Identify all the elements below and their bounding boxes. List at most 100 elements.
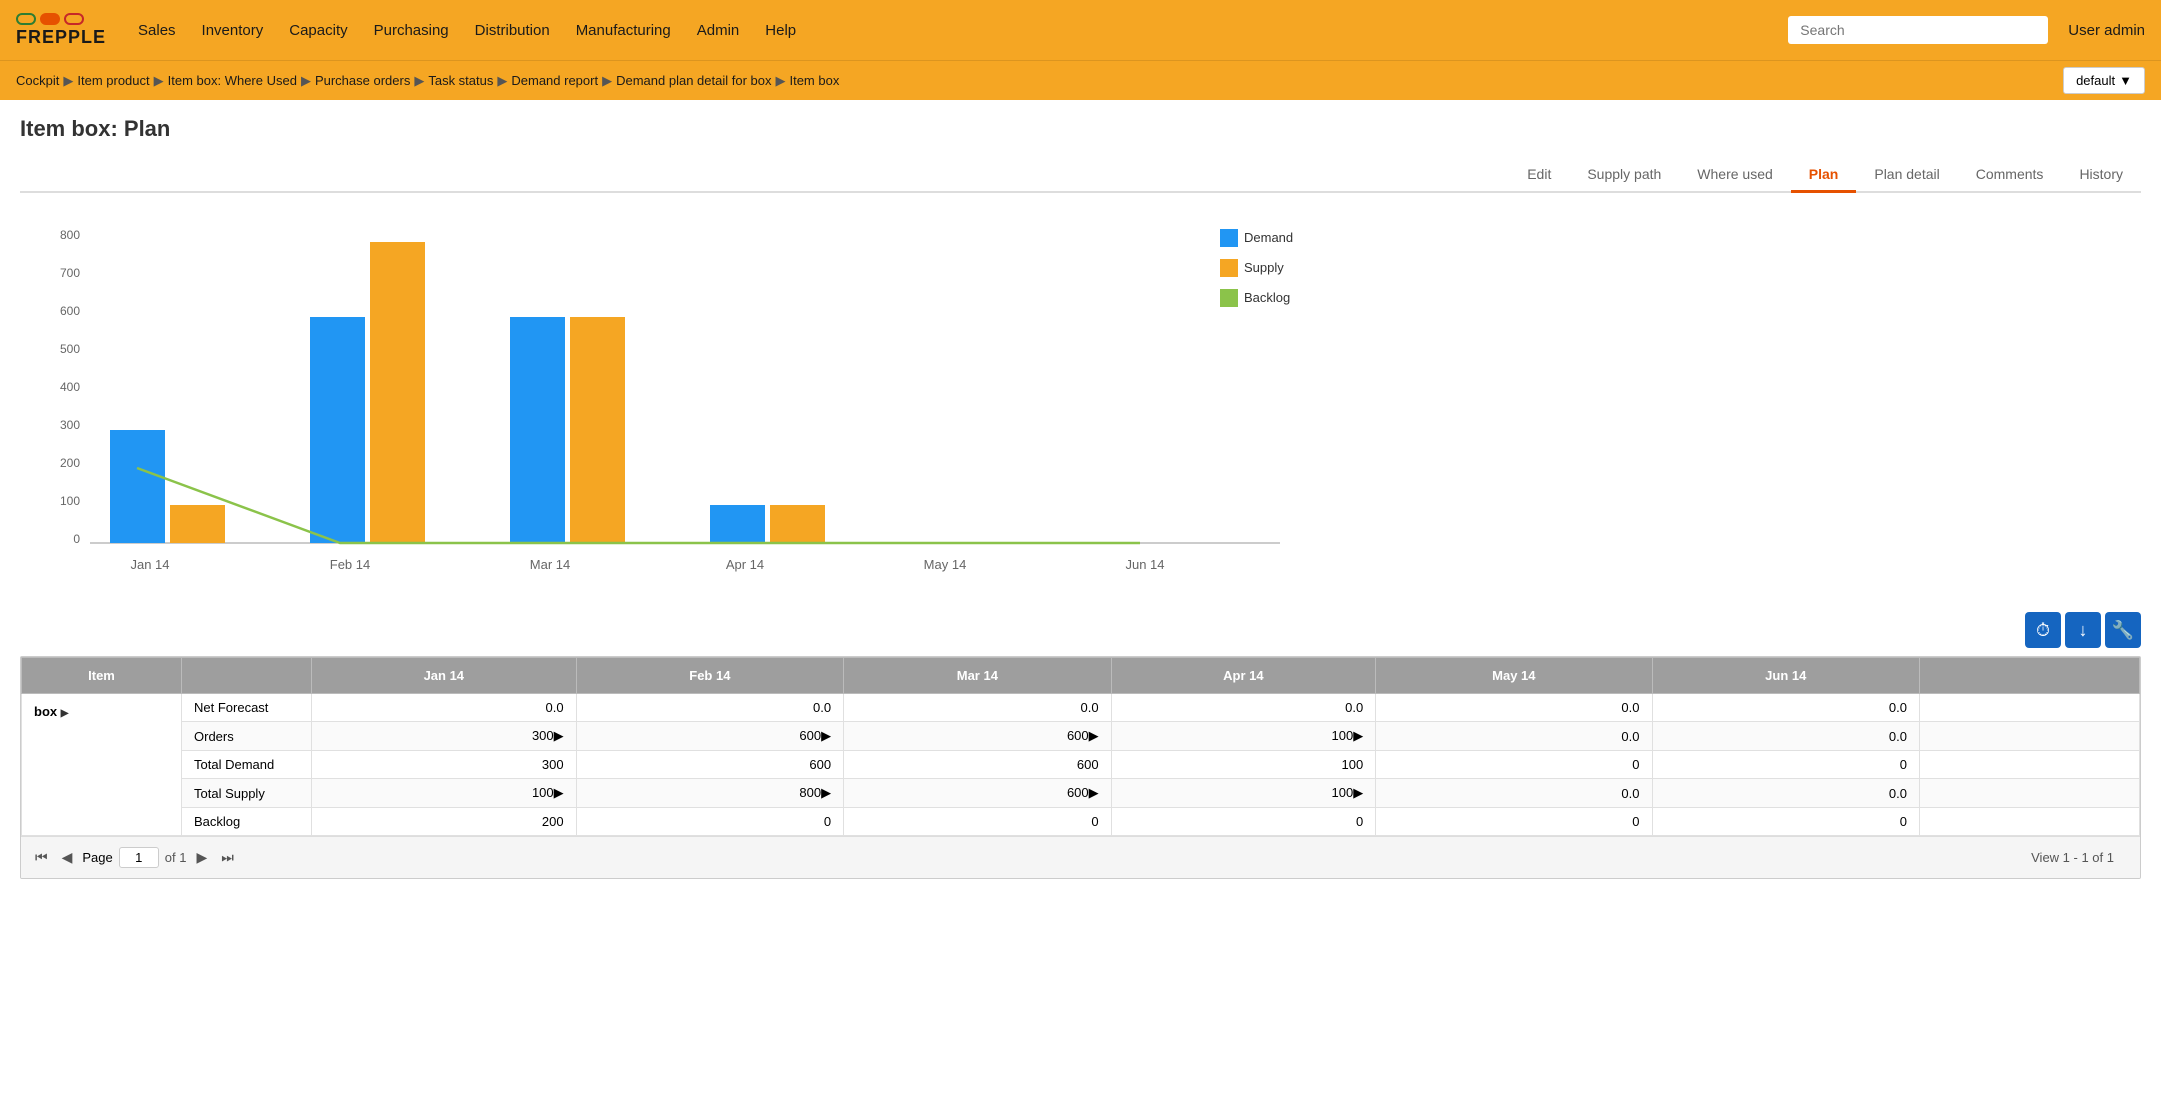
legend-backlog-swatch bbox=[1220, 289, 1238, 307]
tab-plan-detail[interactable]: Plan detail bbox=[1856, 158, 1957, 193]
breadcrumb-demand-report[interactable]: Demand report bbox=[511, 73, 598, 88]
nav-links: Sales Inventory Capacity Purchasing Dist… bbox=[126, 14, 1784, 47]
page-input[interactable] bbox=[119, 847, 159, 868]
chart-container: 800 700 600 500 400 300 200 100 0 bbox=[20, 209, 2141, 592]
cell-ts-mar[interactable]: 600▶ bbox=[844, 779, 1112, 808]
svg-text:Feb 14: Feb 14 bbox=[330, 557, 370, 572]
sep3: ▶ bbox=[301, 73, 311, 89]
cell-td-jan: 300 bbox=[312, 751, 577, 779]
cell-ts-jun: 0.0 bbox=[1652, 779, 1920, 808]
box-expand-icon[interactable]: ▶ bbox=[61, 708, 69, 719]
user-admin[interactable]: User admin bbox=[2068, 22, 2145, 39]
cell-ord-extra bbox=[1920, 722, 2140, 751]
cell-ts-feb[interactable]: 800▶ bbox=[576, 779, 843, 808]
breadcrumb-task-status[interactable]: Task status bbox=[428, 73, 493, 88]
col-jan: Jan 14 bbox=[312, 658, 577, 694]
settings-button[interactable]: 🔧 bbox=[2105, 612, 2141, 648]
cell-ord-may: 0.0 bbox=[1376, 722, 1652, 751]
breadcrumb-item-product[interactable]: Item product bbox=[77, 73, 149, 88]
page-label: Page bbox=[82, 850, 112, 865]
bar-jan-demand bbox=[110, 430, 165, 543]
nav-distribution[interactable]: Distribution bbox=[463, 14, 562, 47]
nav-purchasing[interactable]: Purchasing bbox=[362, 14, 461, 47]
dot-green bbox=[16, 13, 36, 25]
sep2: ▶ bbox=[154, 73, 164, 89]
nav-manufacturing[interactable]: Manufacturing bbox=[564, 14, 683, 47]
first-page-button[interactable]: ⏮ bbox=[31, 847, 52, 868]
cell-ts-jan[interactable]: 100▶ bbox=[312, 779, 577, 808]
dot-red bbox=[64, 13, 84, 25]
backlog-line bbox=[137, 468, 1140, 543]
svg-text:700: 700 bbox=[60, 266, 80, 280]
cell-ord-feb[interactable]: 600▶ bbox=[576, 722, 843, 751]
chart-svg: 800 700 600 500 400 300 200 100 0 bbox=[80, 209, 1360, 549]
legend-backlog-label: Backlog bbox=[1244, 290, 1290, 305]
prev-page-button[interactable]: ◀ bbox=[58, 847, 77, 868]
col-mar: Mar 14 bbox=[844, 658, 1112, 694]
cell-td-apr: 100 bbox=[1111, 751, 1376, 779]
nav-help[interactable]: Help bbox=[753, 14, 808, 47]
tab-supply-path[interactable]: Supply path bbox=[1569, 158, 1679, 193]
cell-ord-mar[interactable]: 600▶ bbox=[844, 722, 1112, 751]
cell-nf-feb: 0.0 bbox=[576, 694, 843, 722]
cell-bl-feb: 0 bbox=[576, 808, 843, 836]
svg-text:100: 100 bbox=[60, 494, 80, 508]
download-button[interactable]: ↓ bbox=[2065, 612, 2101, 648]
tab-where-used[interactable]: Where used bbox=[1679, 158, 1790, 193]
cell-bl-mar: 0 bbox=[844, 808, 1112, 836]
nav-capacity[interactable]: Capacity bbox=[277, 14, 359, 47]
next-page-button[interactable]: ▶ bbox=[192, 847, 211, 868]
breadcrumb-cockpit[interactable]: Cockpit bbox=[16, 73, 59, 88]
data-table: Item Jan 14 Feb 14 Mar 14 Apr 14 May 14 … bbox=[21, 657, 2140, 836]
table-row: Total Demand 300 600 600 100 0 0 bbox=[22, 751, 2140, 779]
cell-bl-may: 0 bbox=[1376, 808, 1652, 836]
bar-feb-supply bbox=[370, 242, 425, 543]
col-may: May 14 bbox=[1376, 658, 1652, 694]
bar-mar-demand bbox=[510, 317, 565, 543]
sep1: ▶ bbox=[63, 73, 73, 89]
cell-ord-jan[interactable]: 300▶ bbox=[312, 722, 577, 751]
bar-feb-demand bbox=[310, 317, 365, 543]
nav-admin[interactable]: Admin bbox=[685, 14, 752, 47]
breadcrumb-purchase-orders[interactable]: Purchase orders bbox=[315, 73, 410, 88]
breadcrumb-demand-plan-detail[interactable]: Demand plan detail for box bbox=[616, 73, 771, 88]
table-row: Total Supply 100▶ 800▶ 600▶ 100▶ 0.0 0.0 bbox=[22, 779, 2140, 808]
svg-text:0: 0 bbox=[73, 532, 80, 546]
nav-inventory[interactable]: Inventory bbox=[190, 14, 276, 47]
col-extra bbox=[1920, 658, 2140, 694]
cell-bl-apr: 0 bbox=[1111, 808, 1376, 836]
default-label: default bbox=[2076, 73, 2115, 88]
chart-toolbar: ⏱ ↓ 🔧 bbox=[20, 612, 2141, 648]
bar-apr-demand bbox=[710, 505, 765, 543]
cell-td-feb: 600 bbox=[576, 751, 843, 779]
logo-dots bbox=[16, 13, 106, 25]
cell-ord-apr[interactable]: 100▶ bbox=[1111, 722, 1376, 751]
last-page-button[interactable]: ⏭ bbox=[217, 847, 238, 868]
table-row: box ▶ Net Forecast 0.0 0.0 0.0 0.0 0.0 0… bbox=[22, 694, 2140, 722]
cell-nf-jun: 0.0 bbox=[1652, 694, 1920, 722]
tab-history[interactable]: History bbox=[2061, 158, 2141, 193]
cell-ts-apr[interactable]: 100▶ bbox=[1111, 779, 1376, 808]
cell-nf-mar: 0.0 bbox=[844, 694, 1112, 722]
search-input[interactable] bbox=[1788, 16, 2048, 44]
sep5: ▶ bbox=[497, 73, 507, 89]
tab-plan[interactable]: Plan bbox=[1791, 158, 1857, 193]
clock-button[interactable]: ⏱ bbox=[2025, 612, 2061, 648]
dot-orange bbox=[40, 13, 60, 25]
breadcrumb-item-box[interactable]: Item box bbox=[789, 73, 839, 88]
svg-text:Jan 14: Jan 14 bbox=[130, 557, 169, 572]
cell-nf-may: 0.0 bbox=[1376, 694, 1652, 722]
default-button[interactable]: default ▼ bbox=[2063, 67, 2145, 94]
view-info: View 1 - 1 of 1 bbox=[2031, 850, 2130, 865]
svg-text:200: 200 bbox=[60, 456, 80, 470]
tab-edit[interactable]: Edit bbox=[1509, 158, 1569, 193]
cell-bl-extra bbox=[1920, 808, 2140, 836]
tab-comments[interactable]: Comments bbox=[1958, 158, 2062, 193]
item-name-box: box ▶ bbox=[22, 694, 182, 836]
breadcrumb-where-used[interactable]: Item box: Where Used bbox=[168, 73, 297, 88]
nav-sales[interactable]: Sales bbox=[126, 14, 188, 47]
col-metric bbox=[182, 658, 312, 694]
metric-net-forecast: Net Forecast bbox=[182, 694, 312, 722]
page-title: Item box: Plan bbox=[20, 116, 2141, 142]
metric-total-demand: Total Demand bbox=[182, 751, 312, 779]
